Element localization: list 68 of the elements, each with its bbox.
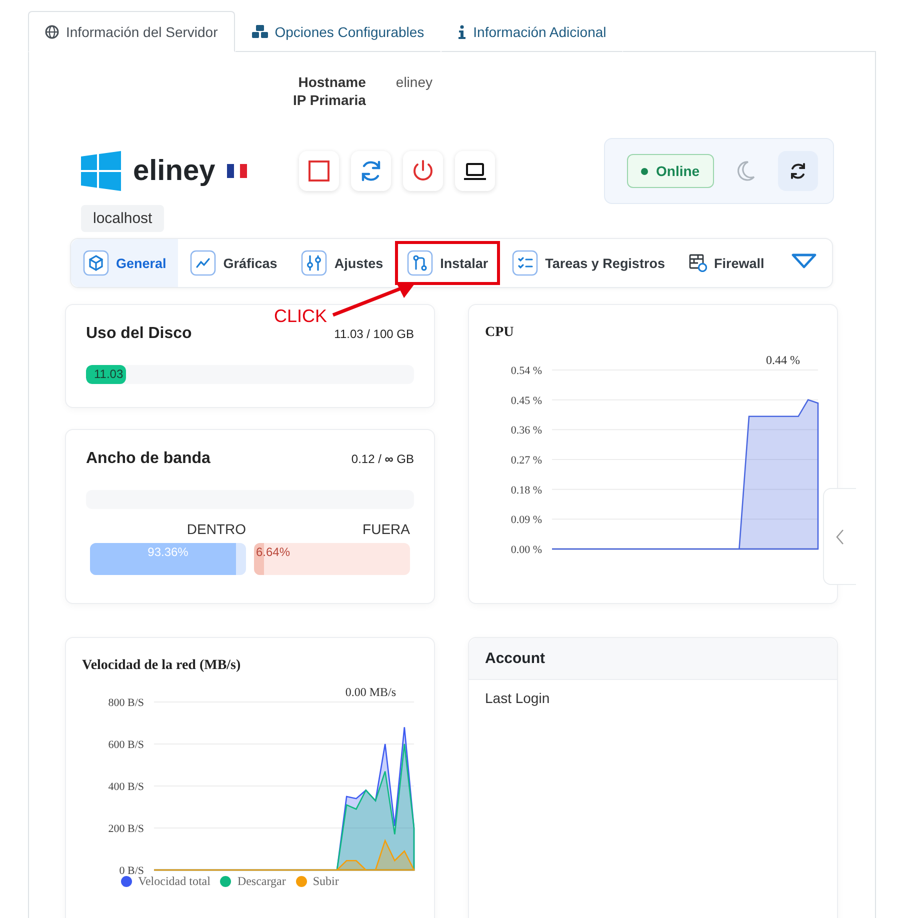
windows-logo-icon (81, 151, 121, 191)
legend-label: Subir (312, 874, 339, 889)
field-label: Hostname (297, 74, 366, 90)
restart-button[interactable] (351, 151, 392, 191)
flag-icon (227, 164, 248, 178)
field-value: eliney (396, 74, 432, 90)
globe-icon (45, 24, 59, 38)
git-pull-icon (407, 250, 434, 276)
axis-tick-label: 0.45 % (510, 394, 542, 407)
axis-tick-label: 0.00 % (510, 544, 542, 556)
card-header: Account (469, 638, 837, 680)
axis-tick-label: 800 B/S (108, 697, 144, 709)
chevron-down-icon[interactable] (791, 252, 817, 270)
console-button[interactable] (455, 151, 496, 191)
account-row-text: Last Login (484, 689, 551, 708)
axis-tick-label: 600 B/S (108, 739, 144, 751)
chart-title: CPU (485, 325, 515, 341)
nav-tab[interactable]: Instalar (395, 241, 500, 285)
side-panel-handle[interactable] (823, 488, 856, 585)
firewall-icon (688, 254, 707, 272)
direction-label: DENTRO (186, 521, 246, 537)
axis-tick-label: 200 B/S (108, 823, 144, 835)
axis-tick-label: 0.09 % (510, 514, 542, 526)
stop-button[interactable] (299, 151, 340, 191)
power-button[interactable] (403, 151, 444, 191)
nav-tab[interactable]: Firewall (676, 239, 776, 287)
sliders-icon (301, 250, 328, 276)
legend-label: Descargar (237, 874, 286, 889)
laptop-icon (463, 161, 488, 181)
current-value-label: 0.00 MB/s (345, 685, 396, 699)
tab[interactable]: Opciones Configurables (234, 11, 442, 52)
nav-tab[interactable]: Ajustes (289, 239, 396, 287)
nav-tab[interactable]: Tareas y Registros (500, 239, 677, 287)
chevron-left-icon (835, 528, 845, 544)
server-name: eliney (133, 154, 216, 188)
chart-title: Velocidad de la red (MB/s) (82, 658, 242, 674)
card-title: Ancho de banda (86, 450, 210, 468)
usage-reading: 11.03 / 100 GB (334, 327, 414, 341)
progress-fill: 11.03 (86, 365, 126, 384)
nav-tab[interactable]: Gráficas (178, 239, 290, 287)
axis-tick-label: 400 B/S (108, 781, 144, 793)
cube-icon (83, 250, 109, 276)
square-icon (308, 160, 330, 182)
refresh-button[interactable] (778, 151, 818, 191)
direction-label: FUERA (362, 521, 410, 537)
axis-tick-label: 0.36 % (510, 424, 542, 437)
cubes-icon (252, 24, 268, 38)
axis-tick-label: 0.18 % (510, 484, 542, 496)
power-icon (411, 159, 436, 183)
field-label: IP Primaria (293, 92, 366, 108)
axis-tick-label: 0.27 % (510, 454, 542, 466)
tab[interactable]: Información del Servidor (28, 11, 235, 52)
usage-reading: 0.12 / ∞ GB (351, 452, 414, 466)
status-badge: Online (627, 154, 714, 188)
checklist-icon (512, 250, 538, 276)
hostname-chip: localhost (81, 205, 164, 232)
callout-label: CLICK (274, 306, 328, 327)
percent-label: 6.64% (256, 545, 292, 559)
info-icon (458, 24, 466, 38)
card-title: Uso del Disco (86, 325, 192, 343)
refresh-icon (788, 162, 807, 180)
percent-label: 93.36% (146, 545, 190, 559)
axis-tick-label: 0 B/S (119, 865, 144, 874)
current-value-label: 0.44 % (766, 353, 800, 367)
axis-tick-label: 0.54 % (510, 365, 542, 377)
legend-label: Velocidad total (138, 874, 210, 889)
tab[interactable]: Información Adicional (441, 11, 624, 52)
nav-tab[interactable]: General (71, 239, 178, 287)
